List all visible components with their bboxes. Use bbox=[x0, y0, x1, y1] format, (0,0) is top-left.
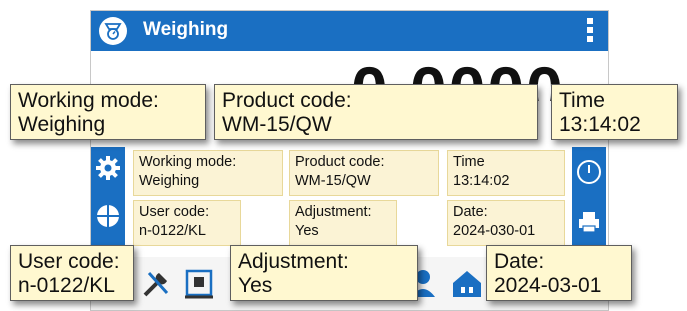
scale-icon[interactable] bbox=[99, 17, 127, 45]
date-value: 2024-030-01 bbox=[453, 223, 536, 239]
callout-product-code-label: Product code: bbox=[222, 89, 352, 112]
date-label: Date: bbox=[453, 204, 488, 220]
callout-product-code-value: WM-15/QW bbox=[222, 113, 332, 136]
working-mode-cell: Working mode: Weighing bbox=[133, 150, 283, 196]
callout-adjustment: Adjustment: Yes bbox=[230, 245, 418, 301]
user-code-value: n-0122/KL bbox=[139, 223, 206, 239]
power-icon[interactable] bbox=[572, 151, 606, 193]
adjustment-cell: Adjustment: Yes bbox=[289, 200, 397, 246]
tare-icon[interactable] bbox=[181, 263, 221, 303]
callout-user-code: User code: n-0122/KL bbox=[10, 245, 134, 301]
callout-time: Time 13:14:02 bbox=[551, 84, 678, 140]
callout-working-mode-label: Working mode: bbox=[18, 89, 159, 112]
callout-user-code-value: n-0122/KL bbox=[18, 274, 115, 297]
callout-adjustment-value: Yes bbox=[238, 274, 273, 297]
adjustment-value: Yes bbox=[295, 223, 319, 239]
user-code-cell: User code: n-0122/KL bbox=[133, 200, 241, 246]
callout-date-value: 2024-03-01 bbox=[494, 274, 602, 297]
level-icon[interactable] bbox=[91, 195, 125, 237]
adjustment-label: Adjustment: bbox=[295, 204, 372, 220]
user-code-label: User code: bbox=[139, 204, 210, 220]
callout-product-code: Product code: WM-15/QW bbox=[214, 84, 538, 140]
printer-icon[interactable] bbox=[572, 201, 606, 243]
gear-icon[interactable] bbox=[91, 147, 125, 189]
home-icon[interactable] bbox=[447, 263, 487, 303]
working-mode-label: Working mode: bbox=[139, 154, 237, 170]
product-code-value: WM-15/QW bbox=[295, 173, 371, 189]
callout-time-value: 13:14:02 bbox=[559, 113, 641, 136]
callout-user-code-label: User code: bbox=[18, 250, 120, 273]
product-code-cell: Product code: WM-15/QW bbox=[289, 150, 439, 196]
app-title: Weighing bbox=[143, 19, 229, 40]
callout-working-mode-value: Weighing bbox=[18, 113, 106, 136]
tools-icon[interactable] bbox=[137, 263, 177, 303]
callout-working-mode: Working mode: Weighing bbox=[10, 84, 206, 140]
callout-date-label: Date: bbox=[494, 250, 545, 273]
vertical-dots-menu-icon[interactable] bbox=[585, 15, 595, 47]
working-mode-value: Weighing bbox=[139, 173, 200, 189]
time-cell: Time 13:14:02 bbox=[447, 150, 565, 196]
date-cell: Date: 2024-030-01 bbox=[447, 200, 565, 246]
callout-time-label: Time bbox=[559, 89, 605, 112]
title-bar: Weighing bbox=[91, 11, 608, 51]
callout-adjustment-label: Adjustment: bbox=[238, 250, 349, 273]
time-label: Time bbox=[453, 154, 485, 170]
product-code-label: Product code: bbox=[295, 154, 385, 170]
callout-date: Date: 2024-03-01 bbox=[486, 245, 632, 301]
time-value: 13:14:02 bbox=[453, 173, 510, 189]
